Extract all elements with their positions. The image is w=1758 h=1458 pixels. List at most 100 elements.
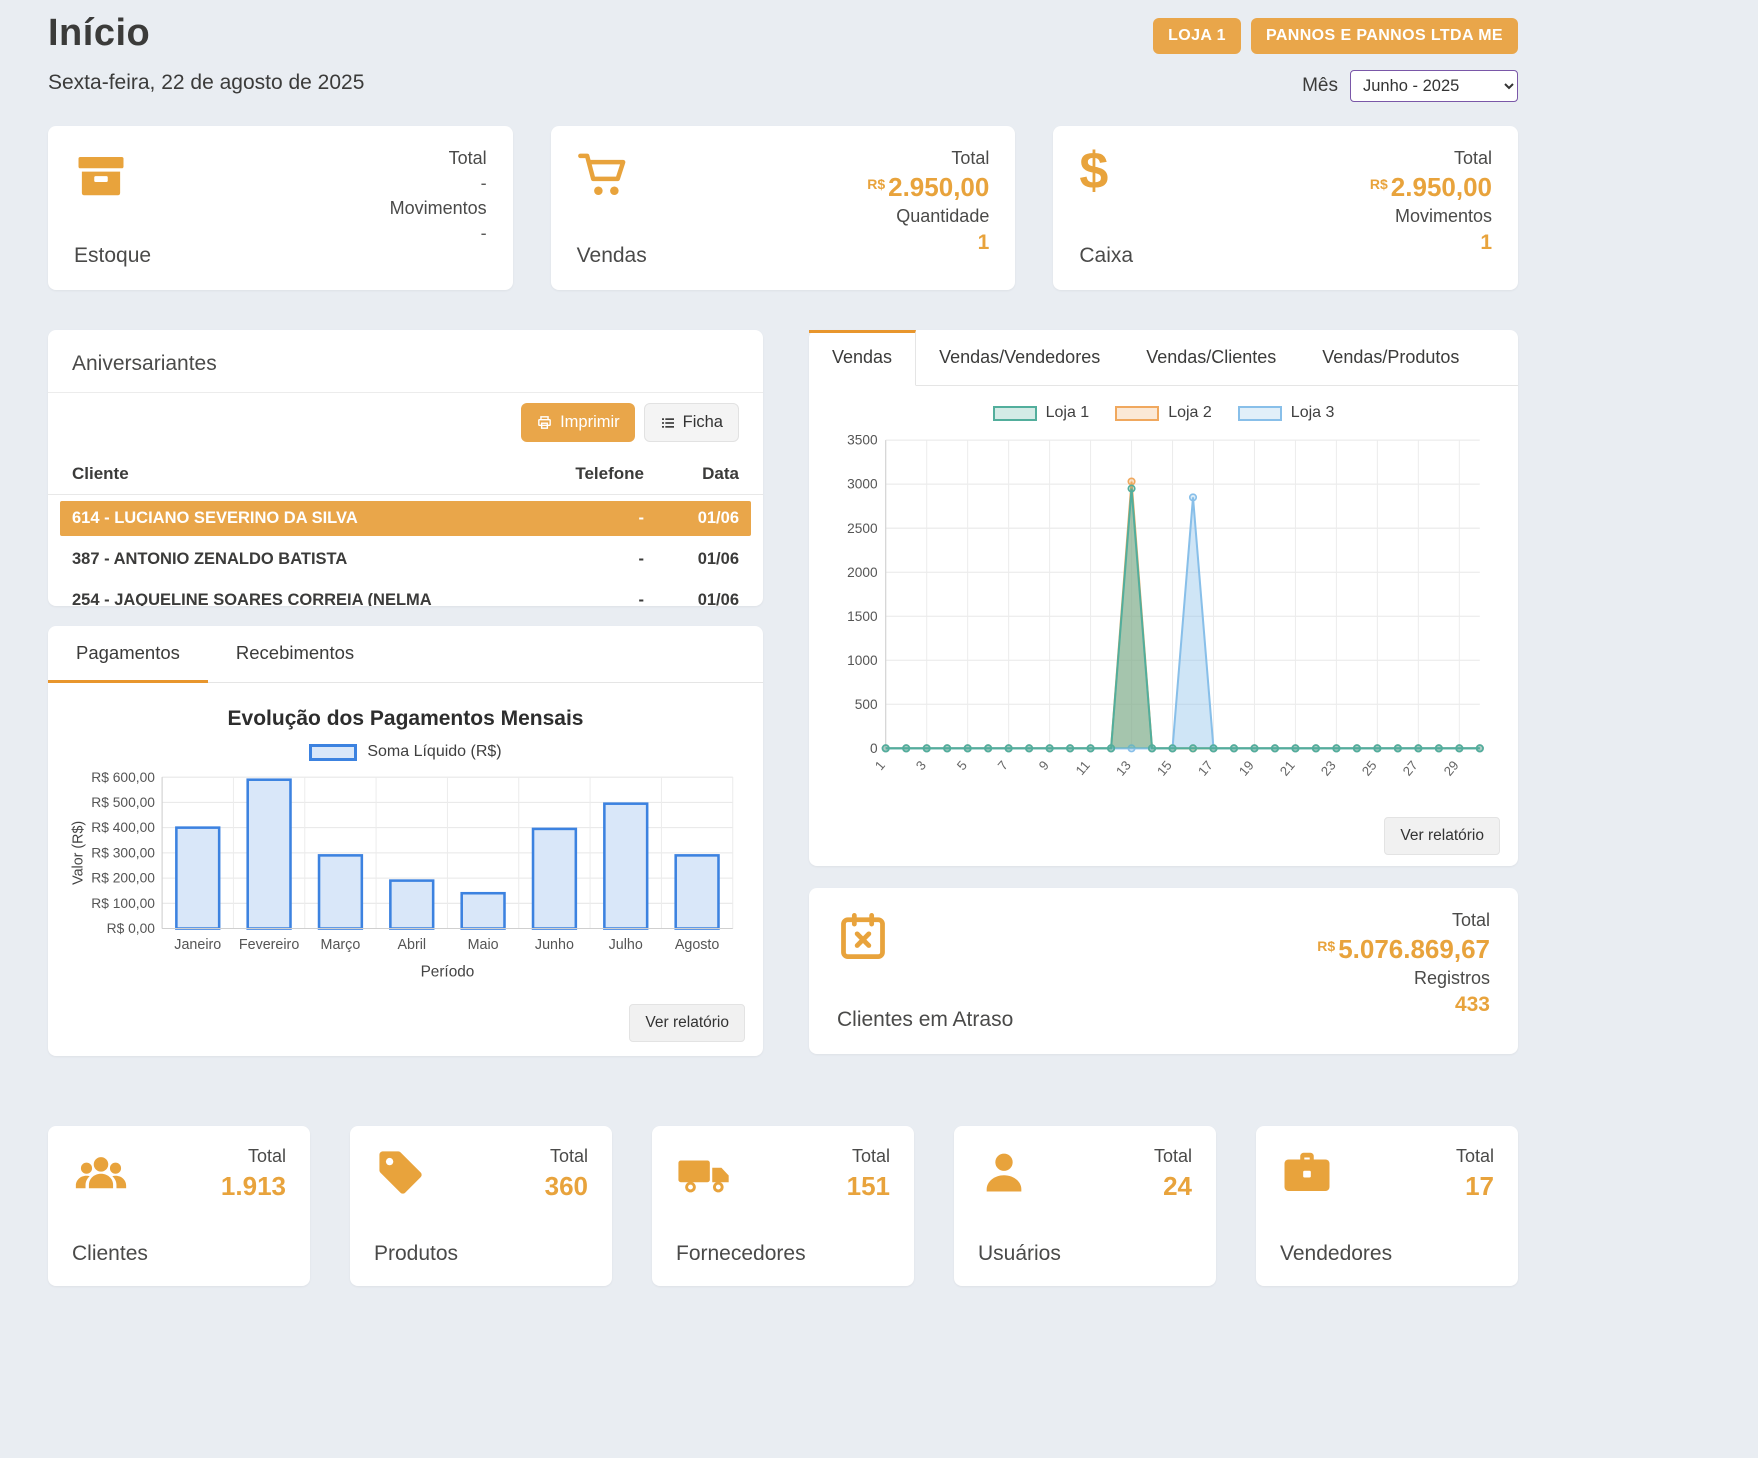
sales-line-chart: 0500100015002000250030003500135791113151…: [809, 430, 1518, 807]
tab-pagamentos[interactable]: Pagamentos: [48, 626, 208, 683]
svg-text:1000: 1000: [847, 653, 878, 668]
metric-label: Total: [550, 1146, 588, 1167]
metric-label: Total: [852, 1146, 890, 1167]
svg-text:Agosto: Agosto: [675, 937, 720, 953]
legend-item: Loja 3: [1238, 404, 1335, 422]
svg-text:17: 17: [1195, 758, 1216, 779]
list-icon: [660, 415, 676, 431]
header-right: LOJA 1 PANNOS E PANNOS LTDA ME Mês Junho…: [1153, 12, 1518, 102]
payments-chart-legend: Soma Líquido (R$): [48, 743, 763, 761]
cart-icon: [577, 148, 647, 202]
print-button[interactable]: Imprimir: [521, 403, 635, 442]
metric-value: R$2.950,00: [1370, 174, 1492, 201]
tab-vendas[interactable]: Vendas: [809, 330, 916, 386]
people-icon: [72, 1146, 221, 1242]
legend-swatch: [1238, 406, 1282, 421]
store-badge[interactable]: LOJA 1: [1153, 18, 1241, 54]
truck-icon: [676, 1146, 847, 1242]
svg-text:15: 15: [1154, 758, 1175, 779]
tab-vendas-clientes[interactable]: Vendas/Clientes: [1123, 330, 1299, 385]
svg-text:25: 25: [1359, 758, 1380, 779]
metric-label: Total: [1454, 148, 1492, 169]
birthday-row[interactable]: 614 - LUCIANO SEVERINO DA SILVA - 01/06: [60, 501, 751, 536]
month-select[interactable]: Junho - 2025: [1350, 70, 1518, 102]
metric-label: Total: [449, 148, 487, 169]
late-clients-card: Clientes em Atraso Total R$5.076.869,67 …: [809, 888, 1518, 1054]
svg-text:R$ 100,00: R$ 100,00: [91, 896, 155, 911]
metric-label: Movimentos: [1395, 206, 1492, 227]
svg-text:R$ 0,00: R$ 0,00: [107, 921, 156, 936]
bottom-cards-row: Total 1.913 Clientes Total 360 Produtos …: [48, 1126, 1518, 1310]
clientes-card: Total 1.913 Clientes: [48, 1126, 310, 1286]
svg-text:1: 1: [872, 758, 888, 773]
birthday-row[interactable]: 387 - ANTONIO ZENALDO BATISTA - 01/06: [60, 542, 751, 577]
metric-label: Total: [1154, 1146, 1192, 1167]
metric-value: 360: [545, 1173, 588, 1200]
card-title: Produtos: [374, 1242, 545, 1266]
header-left: Início Sexta-feira, 22 de agosto de 2025: [48, 12, 364, 95]
stat-card-caixa: $ Caixa Total R$2.950,00 Movimentos 1: [1053, 126, 1518, 290]
column-telefone: Telefone: [534, 464, 644, 484]
ficha-button[interactable]: Ficha: [644, 403, 739, 442]
payments-tabs: Pagamentos Recebimentos: [48, 626, 763, 683]
column-cliente: Cliente: [72, 464, 534, 484]
fornecedores-card: Total 151 Fornecedores: [652, 1126, 914, 1286]
tab-vendas-produtos[interactable]: Vendas/Produtos: [1299, 330, 1482, 385]
vendedores-card: Total 17 Vendedores: [1256, 1126, 1518, 1286]
metric-value: 24: [1163, 1173, 1192, 1200]
summary-cards-row: Estoque Total - Movimentos - Vendas Tota…: [48, 126, 1518, 290]
svg-text:Abril: Abril: [397, 937, 426, 953]
tab-recebimentos[interactable]: Recebimentos: [208, 626, 382, 682]
printer-icon: [536, 414, 553, 431]
legend-label: Soma Líquido (R$): [367, 743, 501, 761]
svg-text:3500: 3500: [847, 433, 878, 448]
legend-swatch: [309, 744, 357, 761]
briefcase-icon: [1280, 1146, 1456, 1242]
column-data: Data: [644, 464, 739, 484]
usuarios-card: Total 24 Usuários: [954, 1126, 1216, 1286]
svg-text:R$ 400,00: R$ 400,00: [91, 820, 155, 835]
svg-text:2500: 2500: [847, 521, 878, 536]
metric-label: Quantidade: [896, 206, 989, 227]
card-title: Vendedores: [1280, 1242, 1456, 1266]
legend-swatch: [993, 406, 1037, 421]
svg-text:R$ 600,00: R$ 600,00: [91, 770, 155, 785]
dollar-icon: $: [1079, 148, 1133, 195]
sales-report-button[interactable]: Ver relatório: [1384, 817, 1500, 855]
metric-value: -: [478, 224, 487, 243]
sales-chart-legend: Loja 1Loja 2Loja 3: [809, 404, 1518, 422]
stat-card-title: Vendas: [577, 244, 647, 268]
svg-text:5: 5: [954, 758, 970, 773]
late-registros-value: 433: [1455, 994, 1490, 1016]
legend-label: Loja 2: [1168, 404, 1212, 422]
svg-text:500: 500: [855, 697, 878, 712]
user-icon: [978, 1146, 1154, 1242]
late-total-value: R$5.076.869,67: [1317, 936, 1490, 963]
tag-icon: [374, 1146, 545, 1242]
stat-card-title: Estoque: [74, 244, 151, 268]
svg-text:Janeiro: Janeiro: [174, 937, 221, 953]
page-title: Início: [48, 12, 364, 55]
svg-text:21: 21: [1277, 758, 1298, 779]
metric-value: 1.913: [221, 1173, 286, 1200]
stat-card-title: Caixa: [1079, 244, 1133, 268]
right-column: Vendas Vendas/Vendedores Vendas/Clientes…: [809, 330, 1518, 1054]
svg-text:Março: Março: [321, 937, 361, 953]
company-badge[interactable]: PANNOS E PANNOS LTDA ME: [1251, 18, 1518, 54]
payments-chart-title: Evolução dos Pagamentos Mensais: [48, 707, 763, 731]
card-title: Usuários: [978, 1242, 1154, 1266]
svg-text:11: 11: [1073, 758, 1093, 778]
tab-vendas-vendedores[interactable]: Vendas/Vendedores: [916, 330, 1123, 385]
birthday-row[interactable]: 254 - JAQUELINE SOARES CORREIA (NELMA - …: [60, 583, 751, 606]
svg-text:R$ 500,00: R$ 500,00: [91, 795, 155, 810]
svg-text:27: 27: [1400, 758, 1421, 779]
card-title: Clientes: [72, 1242, 221, 1266]
metric-value: 1: [1477, 232, 1492, 254]
birthdays-table-header: Cliente Telefone Data: [48, 454, 763, 495]
svg-text:0: 0: [870, 741, 878, 756]
metric-value: R$2.950,00: [867, 174, 989, 201]
svg-text:Julho: Julho: [609, 937, 643, 953]
box-icon: [74, 148, 151, 202]
payments-report-button[interactable]: Ver relatório: [629, 1004, 745, 1042]
svg-text:3000: 3000: [847, 477, 878, 492]
